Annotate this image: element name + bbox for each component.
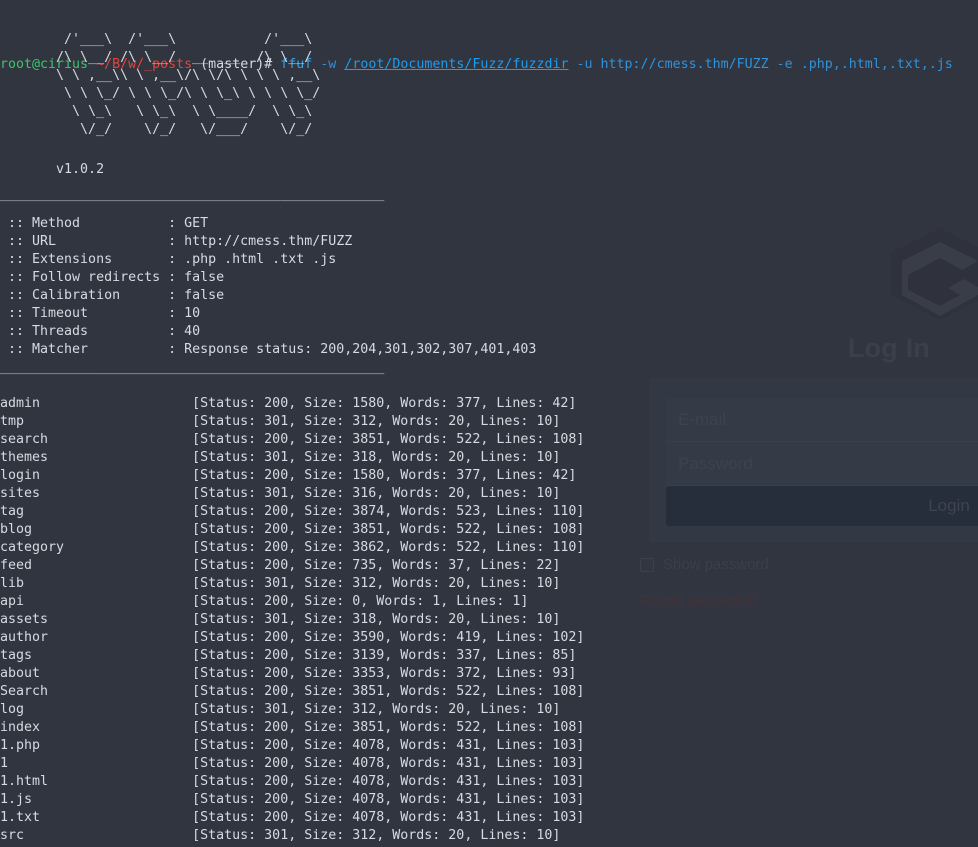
extensions-value: .php,.html,.txt,.js [800, 57, 953, 72]
result-row: 1.php [Status: 200, Size: 4078, Words: 4… [0, 738, 585, 753]
ffuf-ascii-banner: /'___\ /'___\ /'___\ /\ \__/ /\ \__/ __ … [56, 32, 321, 137]
result-row: 1.html [Status: 200, Size: 4078, Words: … [0, 774, 585, 789]
flag-extensions: -e [776, 57, 793, 72]
ffuf-config-block: :: Method : GET :: URL : http://cmess.th… [0, 215, 536, 359]
result-row: src [Status: 301, Size: 312, Words: 20, … [0, 828, 561, 843]
result-row: search [Status: 200, Size: 3851, Words: … [0, 432, 585, 447]
flag-wordlist: -w [320, 57, 337, 72]
result-row: tag [Status: 200, Size: 3874, Words: 523… [0, 504, 585, 519]
result-row: tags [Status: 200, Size: 3139, Words: 33… [0, 648, 577, 663]
target-url: http://cmess.thm/FUZZ [600, 57, 769, 72]
separator-rule-top: ________________________________________… [0, 187, 385, 202]
result-row: author [Status: 200, Size: 3590, Words: … [0, 630, 585, 645]
cmd-space-5 [769, 57, 777, 72]
config-line: :: Timeout : 10 [0, 306, 201, 321]
config-line: :: Threads : 40 [0, 324, 201, 339]
terminal-window[interactable]: root@cirius ~/B/w/_posts (master)# ffuf … [0, 0, 978, 847]
result-row: index [Status: 200, Size: 3851, Words: 5… [0, 720, 585, 735]
result-row: tmp [Status: 301, Size: 312, Words: 20, … [0, 414, 561, 429]
flag-url: -u [576, 57, 593, 72]
config-line: :: Matcher : Response status: 200,204,30… [0, 342, 537, 357]
config-line: :: Extensions : .php .html .txt .js [0, 252, 337, 267]
separator-rule-bottom: ________________________________________… [0, 360, 385, 375]
config-line: :: URL : http://cmess.thm/FUZZ [0, 234, 353, 249]
result-row: Search [Status: 200, Size: 3851, Words: … [0, 684, 585, 699]
cmd-space-6 [793, 57, 801, 72]
result-row: log [Status: 301, Size: 312, Words: 20, … [0, 702, 561, 717]
result-row: blog [Status: 200, Size: 3851, Words: 52… [0, 522, 585, 537]
wordlist-path[interactable]: /root/Documents/Fuzz/fuzzdir [344, 57, 568, 72]
ffuf-results-list: admin [Status: 200, Size: 1580, Words: 3… [0, 395, 584, 845]
result-row: about [Status: 200, Size: 3353, Words: 3… [0, 666, 577, 681]
result-row: lib [Status: 301, Size: 312, Words: 20, … [0, 576, 561, 591]
result-row: 1.txt [Status: 200, Size: 4078, Words: 4… [0, 810, 585, 825]
cmd-space-4 [593, 57, 601, 72]
result-row: category [Status: 200, Size: 3862, Words… [0, 540, 585, 555]
config-line: :: Follow redirects : false [0, 270, 225, 285]
result-row: assets [Status: 301, Size: 318, Words: 2… [0, 612, 561, 627]
result-row: api [Status: 200, Size: 0, Words: 1, Lin… [0, 594, 529, 609]
ffuf-version: v1.0.2 [0, 162, 105, 177]
cmd-space-3 [568, 57, 576, 72]
result-row: login [Status: 200, Size: 1580, Words: 3… [0, 468, 577, 483]
result-row: admin [Status: 200, Size: 1580, Words: 3… [0, 396, 577, 411]
result-row: 1 [Status: 200, Size: 4078, Words: 431, … [0, 756, 585, 771]
result-row: sites [Status: 301, Size: 316, Words: 20… [0, 486, 561, 501]
config-line: :: Method : GET [0, 216, 209, 231]
result-row: 1.js [Status: 200, Size: 4078, Words: 43… [0, 792, 585, 807]
config-line: :: Calibration : false [0, 288, 225, 303]
result-row: feed [Status: 200, Size: 735, Words: 37,… [0, 558, 561, 573]
result-row: themes [Status: 301, Size: 318, Words: 2… [0, 450, 561, 465]
